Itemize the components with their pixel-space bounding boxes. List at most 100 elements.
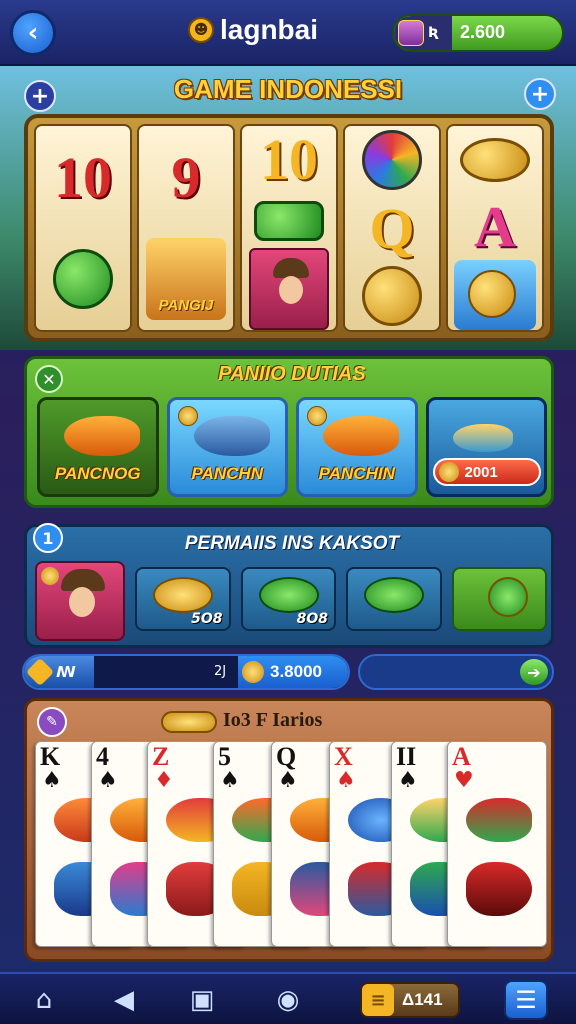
add-left-button[interactable]: + xyxy=(24,80,56,112)
game-title: GAME INDONESSI xyxy=(173,74,403,104)
coin-icon xyxy=(41,567,59,585)
gem-icon xyxy=(245,193,333,248)
card-rank: A xyxy=(452,742,471,771)
fish-icon xyxy=(64,416,140,456)
card-suit: ♠ xyxy=(398,768,418,793)
balance-chip: ꟿ xyxy=(24,656,94,688)
reel-5: A xyxy=(446,124,544,332)
card-suit: ♦ xyxy=(154,768,174,793)
edit-button[interactable]: ✎ xyxy=(37,707,67,737)
gold-coin-icon xyxy=(348,262,436,330)
card-suit: ♠ xyxy=(278,768,298,793)
coin-icon xyxy=(307,406,327,426)
menu-button[interactable]: ☰ xyxy=(504,980,548,1020)
reel-4: Q xyxy=(343,124,441,332)
reward-label: 5O8 xyxy=(191,611,223,627)
card-rank: K xyxy=(40,742,61,771)
reward-tile-1[interactable]: 5O8 xyxy=(135,567,231,631)
reward-label: 8O8 xyxy=(296,611,328,627)
avatar-icon xyxy=(398,20,424,46)
reel-3: 10 xyxy=(240,124,338,332)
card-rank: 5 xyxy=(218,742,231,771)
card-suit: ♠ xyxy=(98,768,118,793)
green-coins-icon xyxy=(364,577,424,613)
top-bar: ‹ ☻ lagnbai Ʀ 2.600 xyxy=(0,0,576,66)
fish-card-label: PANCNOG xyxy=(54,464,141,483)
coin-icon xyxy=(438,462,459,482)
fish-card-3[interactable]: PANCHIN xyxy=(296,397,418,497)
reward-tile-2[interactable]: 8O8 xyxy=(240,567,336,631)
coins-icon xyxy=(161,711,217,733)
fishing-panel: ✕ PANIIO DUTIAS PANCNOG PANCHN PANCHIN 2… xyxy=(24,356,554,508)
gold-coins-icon xyxy=(153,577,213,613)
nav-balance-pill[interactable]: ≡ Δ141 xyxy=(360,982,460,1018)
brand: ☻ lagnbai xyxy=(188,14,318,46)
level-badge: 1 xyxy=(33,523,63,553)
card-fan: K ♠ 4 ♠ Z ♦ 5 ♠ Q ♠ X ♠ II ♠ A ♥ xyxy=(35,741,547,949)
card-rank: Q xyxy=(276,742,297,771)
close-button[interactable]: ✕ xyxy=(35,365,63,393)
fish-card-label: PANCHIN xyxy=(318,464,395,483)
green-coin-icon xyxy=(39,234,127,324)
cards-panel-title: Io3 F Iarios xyxy=(223,709,323,731)
home-icon[interactable]: ⌂ xyxy=(26,982,62,1018)
symbol-9: 9 xyxy=(171,144,201,210)
brand-icon: ☻ xyxy=(188,17,214,43)
fish-icon xyxy=(452,424,513,452)
playing-card[interactable]: A ♥ xyxy=(447,741,547,947)
currency-chip: Ʀ xyxy=(394,16,452,50)
balance-bar[interactable]: ꟿ 2J 3.8000 xyxy=(22,654,350,690)
card-suit: ♠ xyxy=(220,768,240,793)
currency-value: 2.600 xyxy=(460,22,506,42)
card-rank: 4 xyxy=(96,742,109,771)
chip-label: ꟿ xyxy=(56,663,76,681)
arrow-right-icon[interactable]: ➔ xyxy=(520,659,548,685)
play-back-icon[interactable]: ◀ xyxy=(106,982,142,1018)
explorer-symbol xyxy=(245,248,333,330)
progress-bar[interactable]: ➔ xyxy=(358,654,554,690)
balance-value: 3.8000 xyxy=(270,662,322,681)
fish-card-1[interactable]: PANCNOG xyxy=(37,397,159,497)
list-icon: ≡ xyxy=(362,984,394,1016)
circle-icon[interactable]: ◉ xyxy=(270,982,306,1018)
reel-1: 10 xyxy=(34,124,132,332)
treasure-pile-icon xyxy=(451,260,539,330)
small-value: 2J xyxy=(214,664,227,679)
symbol-10: 10 xyxy=(54,144,112,210)
fish-symbol: PANGIJ xyxy=(142,234,230,324)
card-rank: X xyxy=(334,742,353,771)
nav-pill-value: Δ141 xyxy=(402,990,443,1009)
fish-symbol-label: PANGIJ xyxy=(158,297,214,314)
reward-panel-title: PERMAIIS INS KAKSOT xyxy=(184,533,400,554)
fishing-panel-title: PANIIO DUTIAS xyxy=(218,363,366,385)
balance-value-box: 3.8000 xyxy=(238,656,348,688)
reward-panel: 1 PERMAIIS INS KAKSOT 5O8 8O8 xyxy=(24,523,554,648)
card-suit: ♠ xyxy=(42,768,62,793)
fish-card-4[interactable]: 2001 xyxy=(425,397,547,497)
fish-card-label: PANCHN xyxy=(191,464,263,483)
coin-icon xyxy=(242,661,264,683)
fish-card-2[interactable]: PANCHN xyxy=(166,397,288,497)
card-rank: Z xyxy=(152,742,170,771)
green-coin-icon xyxy=(487,577,528,617)
card-rank: II xyxy=(396,742,417,771)
currency-display[interactable]: Ʀ 2.600 xyxy=(392,14,564,52)
add-right-button[interactable]: + xyxy=(524,78,556,110)
symbol-q: Q xyxy=(369,195,415,261)
coin-icon xyxy=(177,406,198,426)
back-button[interactable]: ‹ xyxy=(10,10,56,56)
shield-icon xyxy=(25,657,55,687)
app-title: lagnbai xyxy=(220,14,319,45)
slot-reels[interactable]: 10 9 PANGIJ 10 Q A xyxy=(24,114,554,342)
price-badge[interactable]: 2001 xyxy=(432,458,541,486)
avatar[interactable] xyxy=(35,561,125,641)
currency-symbol: Ʀ xyxy=(428,25,439,41)
card-suit: ♠ xyxy=(336,768,356,793)
green-coins-icon xyxy=(258,577,319,613)
cards-panel: ✎ Io3 F Iarios K ♠ 4 ♠ Z ♦ 5 ♠ Q ♠ X ♠ I… xyxy=(24,698,554,962)
chevron-left-icon: ‹ xyxy=(27,18,39,48)
reward-tile-3[interactable] xyxy=(346,567,442,631)
reward-tile-4[interactable] xyxy=(451,567,547,631)
grid-icon[interactable]: ▣ xyxy=(184,982,220,1018)
price-value: 2001 xyxy=(464,463,498,481)
